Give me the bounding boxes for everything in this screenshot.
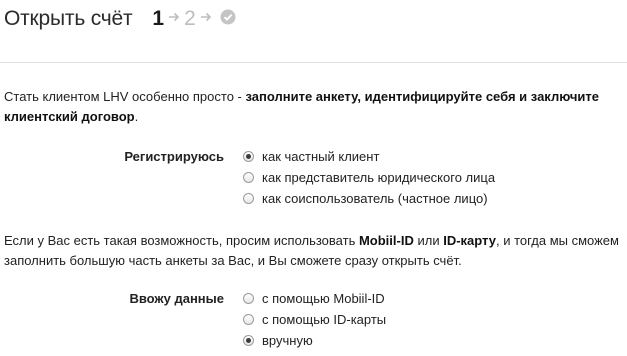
info-text: Если у Вас есть такая возможность, проси… xyxy=(4,231,624,271)
info-bold-id-card: ID-карту xyxy=(443,233,496,248)
step-1: 1 xyxy=(152,7,165,30)
radio-button[interactable] xyxy=(243,193,254,204)
header-divider xyxy=(0,62,627,63)
page-header: Открыть счёт 1 2 xyxy=(4,5,236,33)
radio-button[interactable] xyxy=(243,172,254,183)
page-title: Открыть счёт xyxy=(4,7,133,30)
radio-label: с помощью Mobiil-ID xyxy=(262,291,385,306)
radio-button[interactable] xyxy=(243,335,254,346)
radio-private-client[interactable]: как частный клиент xyxy=(243,146,495,167)
radio-legal-representative[interactable]: как представитель юридического лица xyxy=(243,167,495,188)
intro-plain: Стать клиентом LHV особенно просто - xyxy=(4,89,246,104)
register-radio-group: как частный клиент как представитель юри… xyxy=(243,146,495,209)
radio-label: вручную xyxy=(262,333,313,348)
step-2: 2 xyxy=(184,7,196,30)
intro-end: . xyxy=(134,109,139,124)
radio-mobiil-id[interactable]: с помощью Mobiil-ID xyxy=(243,288,386,309)
register-label: Регистрируюсь xyxy=(124,149,224,164)
radio-label: как представитель юридического лица xyxy=(262,170,496,185)
radio-button[interactable] xyxy=(243,314,254,325)
intro-text: Стать клиентом LHV особенно просто - зап… xyxy=(4,87,614,127)
arrow-right-icon xyxy=(168,10,180,28)
radio-co-user[interactable]: как соиспользователь (частное лицо) xyxy=(243,188,495,209)
radio-label: как соиспользователь (частное лицо) xyxy=(262,191,488,206)
radio-id-card[interactable]: с помощью ID-карты xyxy=(243,309,386,330)
radio-button[interactable] xyxy=(243,151,254,162)
radio-label: как частный клиент xyxy=(262,149,380,164)
radio-label: с помощью ID-карты xyxy=(262,312,387,327)
radio-manual[interactable]: вручную xyxy=(243,330,386,351)
data-entry-label: Ввожу данные xyxy=(129,291,224,306)
radio-button[interactable] xyxy=(243,293,254,304)
info-bold-mobiil-id: Mobiil-ID xyxy=(358,233,414,248)
info-part: Если у Вас есть такая возможность, проси… xyxy=(4,233,359,248)
check-icon xyxy=(220,9,236,30)
arrow-right-icon xyxy=(200,10,212,28)
info-part: или xyxy=(413,233,444,248)
data-entry-radio-group: с помощью Mobiil-ID с помощью ID-карты в… xyxy=(243,288,386,351)
step-indicator: 1 2 xyxy=(152,7,236,31)
